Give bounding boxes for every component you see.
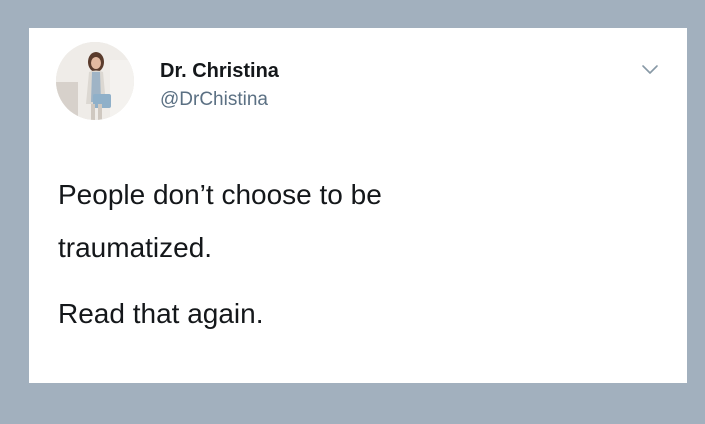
display-name[interactable]: Dr. Christina	[160, 60, 279, 83]
tweet-text-line: traumatized.	[58, 232, 213, 263]
tweet-text-line: Read that again.	[58, 298, 264, 329]
avatar[interactable]	[56, 42, 134, 120]
chevron-down-icon[interactable]	[637, 60, 663, 80]
tweet-card: Dr. Christina @DrChistina People don’t c…	[29, 28, 687, 383]
tweet-text-line: People don’t choose to be	[58, 179, 382, 210]
tweet-text: People don’t choose to be traumatized. R…	[58, 168, 658, 340]
profile-photo-icon	[56, 42, 134, 120]
user-handle[interactable]: @DrChistina	[160, 89, 268, 111]
